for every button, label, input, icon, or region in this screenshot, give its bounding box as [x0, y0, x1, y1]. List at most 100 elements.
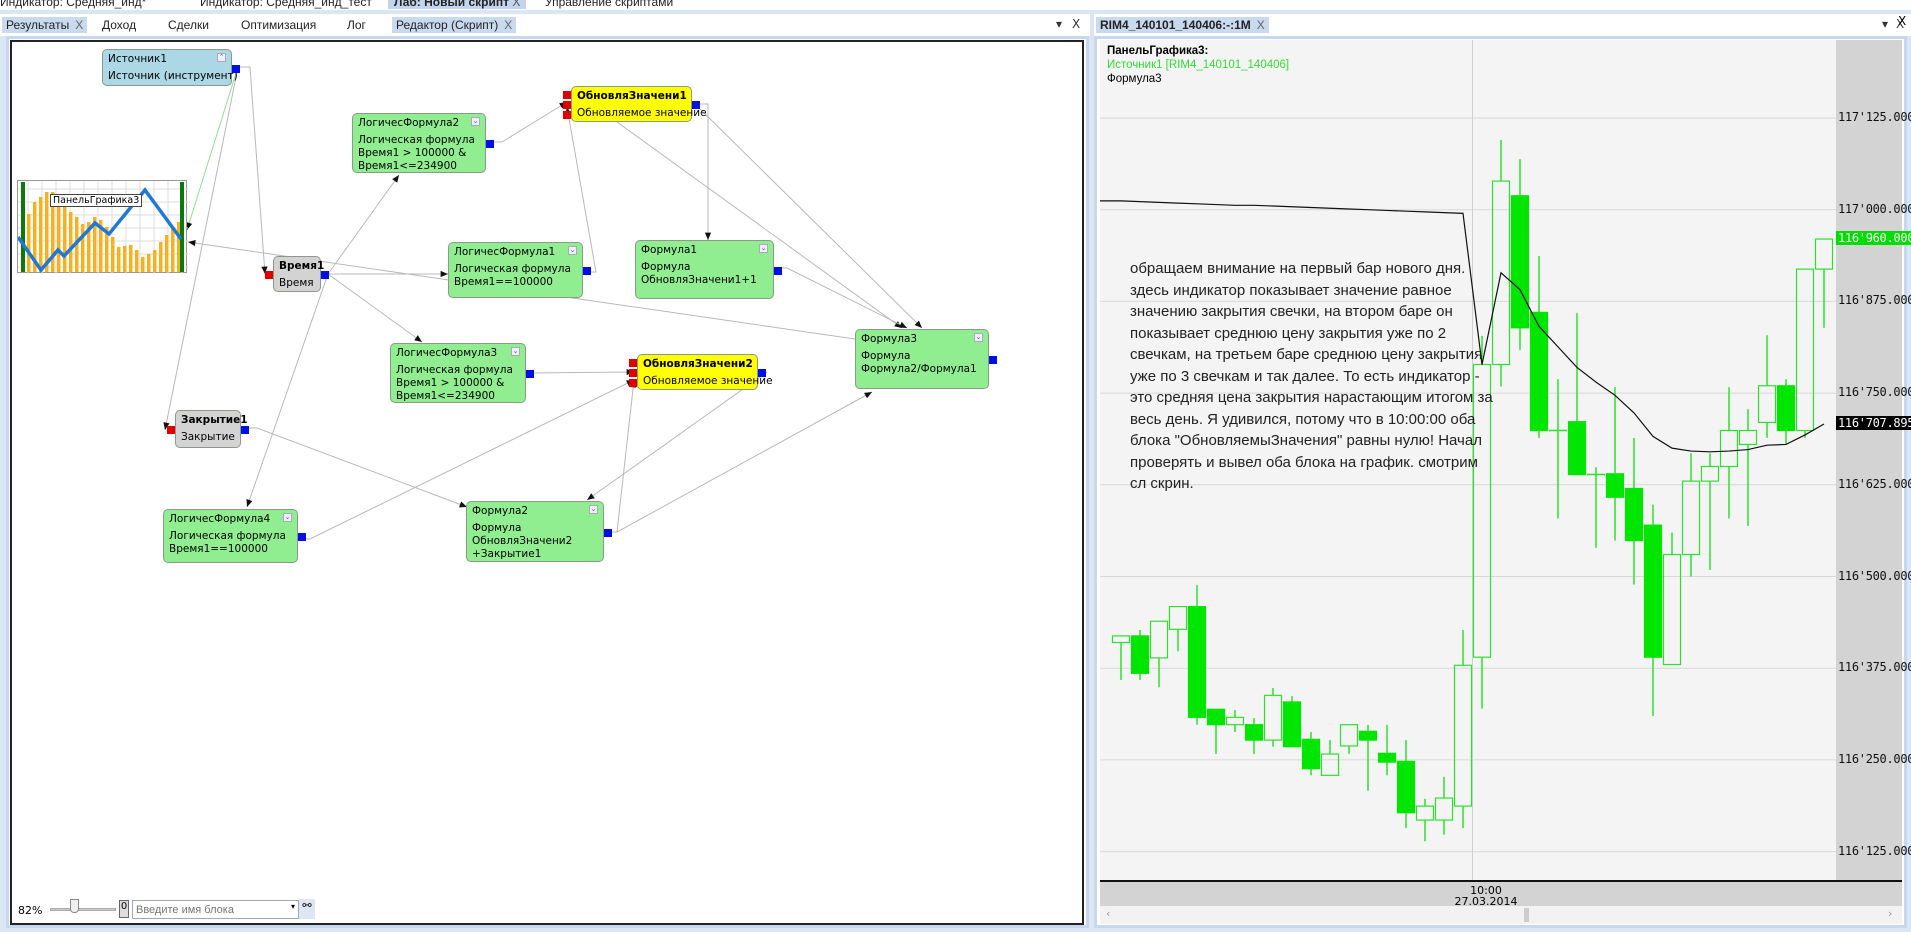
block-title: ЛогичесФормула2 [358, 117, 460, 129]
zoom-slider-handle[interactable] [70, 899, 79, 913]
candle [1567, 313, 1587, 476]
expand-icon[interactable]: ⌄ [974, 333, 983, 342]
block-update2[interactable]: ОбновляЗначени2 Обновляемое значение [629, 354, 773, 390]
candle [1396, 740, 1416, 829]
candle [1453, 630, 1473, 829]
zoom-slider[interactable] [50, 908, 116, 911]
expand-icon[interactable]: ⌄ [759, 244, 768, 253]
block-formula3[interactable]: Формула3 Формула Формула2/Формула1 ⌄ [855, 329, 997, 389]
close-icon[interactable]: X [1257, 18, 1265, 32]
block-logic2[interactable]: ЛогичесФормула2 Логическая формула Время1 … [352, 113, 494, 173]
input-port[interactable] [563, 101, 571, 109]
pin-dropdown-icon[interactable]: ▾ [1882, 17, 1888, 31]
close-window-icon[interactable]: X [1898, 14, 1906, 28]
binoculars-find-icon[interactable]: ⚯ [299, 899, 315, 919]
input-port[interactable] [629, 369, 637, 377]
connection-wires [163, 66, 993, 540]
chart-horizontal-scrollbar[interactable]: ‹ › [1100, 906, 1902, 924]
chevron-down-icon[interactable]: ▾ [291, 902, 295, 911]
block-logic1[interactable]: ЛогичесФормула1 Логическая формула Время1=… [448, 242, 591, 298]
output-port[interactable] [758, 369, 766, 377]
candle [1757, 335, 1777, 438]
arrowhead-icon [246, 499, 253, 507]
block-search-input[interactable] [132, 900, 299, 919]
legend-source: Источник1 [RIM4_140101_140406] [1107, 59, 1290, 71]
block-type: Логическая формула [396, 364, 513, 376]
expand-icon[interactable]: ⌃ [217, 53, 226, 62]
scroll-left-icon[interactable]: ‹ [1106, 907, 1110, 920]
connection-wire [777, 267, 908, 329]
candle [1662, 532, 1682, 666]
block-update1[interactable]: ОбновляЗначени1 Обновляемое значение [563, 86, 707, 122]
candle [1263, 688, 1283, 747]
block-title: ЛогичесФормула1 [454, 246, 556, 258]
block-formula: Время1==100000 [454, 276, 553, 288]
block-formula: Время1 > 100000 & Время1<=234900 [396, 377, 505, 402]
block-formula1[interactable]: Формула1 Формула ОбновляЗначени1+1 ⌄ [635, 240, 782, 299]
legend-formula: Формула3 [1107, 73, 1162, 85]
block-source1[interactable]: Источник1 Источник (инструмент) ⌃ [102, 49, 240, 86]
block-title: Закрытие1 [181, 414, 248, 426]
expand-icon[interactable]: ⌄ [511, 347, 520, 356]
output-port[interactable] [604, 529, 612, 537]
output-port[interactable] [583, 267, 591, 275]
arrowhead-icon [587, 493, 595, 500]
candle [1225, 710, 1245, 733]
connection-wire [186, 66, 239, 231]
candle [1434, 776, 1454, 835]
arrowhead-icon [440, 270, 448, 278]
block-type: Логическая формула [169, 530, 286, 542]
expand-icon[interactable]: ⌄ [589, 505, 598, 514]
candle [1795, 268, 1815, 438]
output-port[interactable] [526, 370, 534, 378]
connection-wire [695, 103, 709, 240]
scrollbar-thumb[interactable] [1524, 908, 1529, 922]
connection-wire [327, 273, 423, 343]
candle [1111, 635, 1131, 680]
output-port[interactable] [232, 65, 240, 73]
price-tick-label: 116'250.000 [1838, 751, 1911, 766]
block-logic3[interactable]: ЛогичесФормула3 Логическая формула Время1 … [390, 343, 534, 403]
block-title: Формула3 [861, 333, 918, 345]
chart-panel-block-label: ПанельГрафика3 [50, 194, 143, 207]
diagram-canvas[interactable]: ПанельГрафика3 82% 0 ▾ ⚯ Источник1Источн… [10, 40, 1084, 925]
chart-panel-block[interactable]: ПанельГрафика3 [16, 180, 188, 274]
connection-wire [489, 101, 568, 143]
input-port[interactable] [629, 379, 637, 387]
candle [1587, 467, 1605, 548]
input-port[interactable] [629, 359, 637, 367]
block-formula2[interactable]: Формула2 Формула ОбновляЗначени2 +Закрытие… [466, 501, 612, 562]
output-port[interactable] [989, 356, 997, 364]
time-axis-label: 10:00 27.03.2014 [1455, 885, 1518, 907]
candle [1624, 437, 1644, 585]
output-port[interactable] [486, 140, 494, 148]
expand-icon[interactable]: ⌄ [471, 117, 480, 126]
candle [1206, 708, 1226, 755]
legend-title: ПанельГрафика3: [1107, 45, 1209, 57]
expand-icon[interactable]: ⌄ [568, 246, 577, 255]
output-port[interactable] [692, 101, 700, 109]
scroll-right-icon[interactable]: › [1888, 907, 1892, 920]
block-type: Формула [861, 350, 911, 362]
candle [1168, 605, 1188, 652]
input-port[interactable] [167, 426, 175, 434]
connection-wire [245, 427, 468, 508]
input-port[interactable] [563, 91, 571, 99]
candle [1301, 732, 1321, 776]
arrowhead-icon [864, 392, 872, 399]
block-title: ЛогичесФормула4 [169, 513, 271, 525]
block-logic4[interactable]: ЛогичесФормула4 Логическая формула Время1=… [163, 509, 306, 563]
output-port[interactable] [298, 533, 306, 541]
block-close1[interactable]: Закрытие1 Закрытие [167, 410, 249, 448]
input-port[interactable] [563, 111, 571, 119]
candle [1358, 724, 1378, 791]
output-port[interactable] [774, 267, 782, 275]
output-port[interactable] [241, 426, 249, 434]
candle [1529, 255, 1549, 438]
input-port[interactable] [265, 271, 273, 279]
tab-chart-rim4[interactable]: RIM4_140101_140406:-:1M X [1096, 17, 1269, 33]
block-time1[interactable]: Время1 Время [265, 256, 329, 292]
output-port[interactable] [321, 271, 329, 279]
expand-icon[interactable]: ⌄ [283, 513, 292, 522]
block-formula: Время1 > 100000 & Время1<=234900 [358, 147, 467, 172]
